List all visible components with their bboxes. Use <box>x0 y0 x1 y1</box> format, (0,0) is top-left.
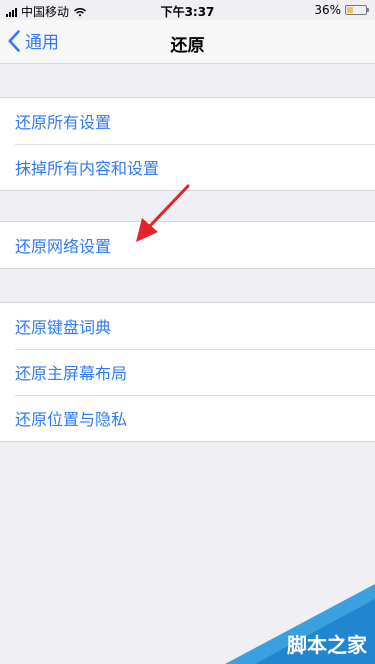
battery-percent: 36% <box>314 3 341 17</box>
reset-home-screen-layout-item[interactable]: 还原主屏幕布局 <box>0 349 375 395</box>
reset-all-settings-item[interactable]: 还原所有设置 <box>0 98 375 144</box>
battery-icon <box>345 5 369 15</box>
reset-location-privacy-item[interactable]: 还原位置与隐私 <box>0 395 375 441</box>
reset-home-screen-layout-label: 还原主屏幕布局 <box>15 364 128 383</box>
red-arrow-annotation <box>136 184 190 242</box>
watermark-text: 脚本之家 <box>287 633 367 657</box>
reset-group-1: 还原所有设置 抹掉所有内容和设置 <box>0 97 375 191</box>
reset-all-settings-label: 还原所有设置 <box>15 113 112 132</box>
watermark: 脚本之家 <box>225 584 375 664</box>
navigation-bar: 通用 还原 <box>0 20 375 64</box>
status-bar: 中国移动 下午3:37 36% <box>0 0 375 20</box>
battery-fill <box>347 7 354 13</box>
reset-keyboard-dictionary-label: 还原键盘词典 <box>15 318 112 337</box>
erase-all-content-label: 抹掉所有内容和设置 <box>15 159 160 178</box>
page-title: 还原 <box>170 36 205 56</box>
status-right: 36% <box>314 3 369 17</box>
reset-keyboard-dictionary-item[interactable]: 还原键盘词典 <box>0 303 375 349</box>
reset-group-3: 还原键盘词典 还原主屏幕布局 还原位置与隐私 <box>0 302 375 442</box>
reset-location-privacy-label: 还原位置与隐私 <box>15 410 128 429</box>
reset-network-settings-label: 还原网络设置 <box>15 237 112 256</box>
